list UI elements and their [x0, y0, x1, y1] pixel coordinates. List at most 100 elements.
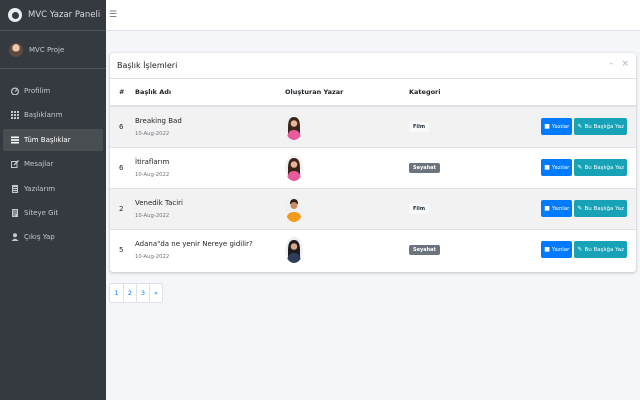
row-date: 10-Aug-2022: [135, 212, 170, 219]
card-tools: – ×: [609, 59, 629, 69]
pencil-icon: ✎: [577, 164, 583, 171]
topics-table: # Başlık Adı Oluşturan Yazar Kategori 6 …: [110, 79, 636, 270]
pencil-icon: ✎: [577, 246, 583, 254]
row-author-cell: [285, 228, 409, 270]
category-badge: Seyahat: [409, 244, 440, 255]
write-button[interactable]: ✎ Bu Başlığa Yaz: [574, 118, 627, 136]
sidebar-item-label: Mesajlar: [24, 160, 54, 169]
row-date: 10-Aug-2022: [135, 130, 170, 137]
row-title-cell: Breaking Bad 10-Aug-2022: [135, 105, 285, 147]
row-title: İtiraflarım: [135, 157, 170, 166]
column-header-actions: [529, 79, 636, 107]
row-num: 5: [110, 228, 135, 270]
page-icon: [10, 208, 19, 217]
page-link-1[interactable]: 1: [110, 284, 123, 302]
row-actions: ■ Yazılar ✎ Bu Başlığa Yaz: [529, 187, 636, 229]
row-title: Breaking Bad: [135, 116, 182, 125]
brand-title: MVC Yazar Paneli: [28, 10, 101, 20]
column-header-author: Oluşturan Yazar: [285, 79, 409, 107]
row-author-cell: [285, 105, 409, 147]
sidebar-item-label: Siteye Git: [24, 208, 59, 217]
sidebar-item-label: Profilim: [24, 87, 51, 95]
page-link-next[interactable]: »: [149, 284, 162, 302]
row-title: Adana"da ne yenir Nereye gidilir?: [135, 239, 253, 248]
sidebar-item-basliklarim[interactable]: Başlıklarım: [3, 104, 103, 126]
posts-button[interactable]: ■ Yazılar: [541, 118, 573, 136]
posts-button[interactable]: ■ Yazılar: [541, 159, 573, 176]
row-date: 10-Aug-2022: [135, 253, 170, 260]
list-icon: [10, 136, 19, 144]
category-badge: Film: [409, 203, 430, 214]
sidebar-item-profilim[interactable]: Profilim: [3, 80, 103, 102]
dashboard-icon: [10, 87, 19, 95]
row-category-cell: Film: [409, 105, 529, 147]
brand-logo-icon: [8, 8, 22, 22]
posts-button-label: Yazılar: [551, 205, 570, 212]
page-link-2[interactable]: 2: [123, 284, 136, 302]
brand[interactable]: MVC Yazar Paneli: [0, 0, 106, 31]
posts-button[interactable]: ■ Yazılar: [541, 241, 573, 259]
folder-icon: ■: [544, 246, 550, 254]
posts-button[interactable]: ■ Yazılar: [541, 200, 573, 217]
sidebar: MVC Yazar Paneli MVC Proje Profilim Başl…: [0, 0, 106, 400]
page-link-3[interactable]: 3: [136, 284, 149, 302]
row-actions: ■ Yazılar ✎ Bu Başlığa Yaz: [529, 105, 636, 147]
write-button[interactable]: ✎ Bu Başlığa Yaz: [574, 200, 627, 217]
row-category-cell: Seyahat: [409, 146, 529, 188]
topbar: ☰: [106, 0, 640, 31]
row-author-cell: [285, 187, 409, 229]
column-header-num: #: [110, 79, 135, 107]
sidebar-item-cikis-yap[interactable]: Çıkış Yap: [3, 226, 103, 248]
row-title: Venedik Taciri: [135, 198, 183, 207]
row-title-cell: Adana"da ne yenir Nereye gidilir? 10-Aug…: [135, 228, 285, 270]
row-title-cell: İtiraflarım 10-Aug-2022: [135, 146, 285, 188]
collapse-icon[interactable]: –: [609, 59, 614, 69]
sidebar-item-label: Tüm Başlıklar: [24, 135, 71, 144]
card-title: Başlık İşlemleri: [117, 61, 178, 70]
write-button[interactable]: ✎ Bu Başlığa Yaz: [574, 159, 627, 176]
write-button-label: Bu Başlığa Yaz: [584, 164, 624, 171]
write-button-label: Bu Başlığa Yaz: [584, 123, 624, 130]
sidebar-item-mesajlar[interactable]: Mesajlar: [3, 153, 103, 175]
menu-toggle-icon[interactable]: ☰: [109, 10, 117, 20]
row-category-cell: Seyahat: [409, 228, 529, 270]
category-badge: Film: [409, 121, 430, 132]
row-author-cell: [285, 146, 409, 188]
column-header-title: Başlık Adı: [135, 79, 285, 107]
write-button[interactable]: ✎ Bu Başlığa Yaz: [574, 241, 627, 259]
author-avatar: [285, 236, 303, 263]
row-num: 6: [110, 105, 135, 147]
posts-button-label: Yazılar: [551, 246, 570, 253]
pencil-icon: ✎: [577, 205, 583, 212]
row-num: 6: [110, 146, 135, 188]
author-avatar: [285, 113, 303, 140]
sidebar-item-yazilarim[interactable]: Yazılarım: [3, 178, 103, 200]
row-category-cell: Film: [409, 187, 529, 229]
sidebar-item-siteye-git[interactable]: Siteye Git: [3, 202, 103, 224]
card-header: Başlık İşlemleri – ×: [110, 53, 636, 79]
folder-icon: ■: [544, 164, 550, 171]
document-icon: [10, 184, 19, 193]
topics-card: Başlık İşlemleri – × # Başlık Adı Oluştu…: [110, 53, 636, 272]
user-panel[interactable]: MVC Proje: [0, 31, 106, 69]
sidebar-item-label: Yazılarım: [24, 184, 56, 193]
author-avatar: [285, 195, 303, 222]
row-num: 2: [110, 187, 135, 229]
row-actions: ■ Yazılar ✎ Bu Başlığa Yaz: [529, 146, 636, 188]
folder-icon: ■: [544, 205, 550, 212]
row-date: 10-Aug-2022: [135, 171, 170, 178]
category-badge: Seyahat: [409, 162, 440, 173]
edit-icon: [10, 160, 19, 169]
sidebar-item-tum-basliklar[interactable]: Tüm Başlıklar: [3, 128, 103, 151]
posts-button-label: Yazılar: [551, 123, 570, 130]
row-actions: ■ Yazılar ✎ Bu Başlığa Yaz: [529, 228, 636, 270]
column-header-category: Kategori: [409, 79, 529, 107]
table-row: 5 Adana"da ne yenir Nereye gidilir? 10-A…: [110, 228, 636, 270]
sidebar-item-label: Çıkış Yap: [24, 233, 55, 242]
table-row: 6 Breaking Bad 10-Aug-2022 Film ■ Yazılar…: [110, 105, 636, 147]
author-avatar: [285, 154, 303, 181]
sidebar-nav: Profilim Başlıklarım Tüm Başlıklar Mesaj…: [0, 80, 106, 248]
close-icon[interactable]: ×: [621, 59, 629, 69]
folder-icon: ■: [544, 123, 550, 131]
sidebar-item-label: Başlıklarım: [24, 111, 63, 120]
